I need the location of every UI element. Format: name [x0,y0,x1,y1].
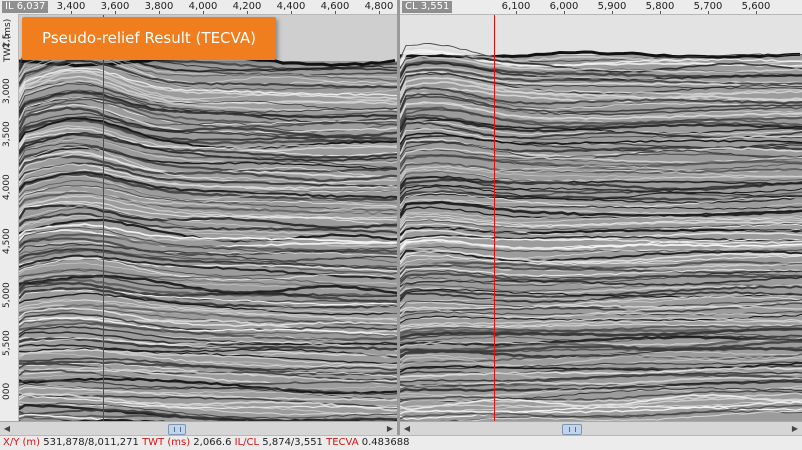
status-ilcl-value: 5,874/3,551 [262,437,323,448]
left-y-axis: TWT (ms) 2,5 3,000 3,500 4,000 4,500 5,000 5,5… [0,14,19,422]
right-seismic-image[interactable] [400,15,802,422]
left-seismic-image[interactable] [19,15,397,422]
x-tick-mark [159,11,160,14]
right-cursor-line[interactable] [494,15,495,422]
x-tick-mark [115,11,116,14]
status-attr-value: 0.483688 [361,437,410,448]
x-tick-mark [203,11,204,14]
crossline-section-panel[interactable]: CL 3,551 6,100 6,000 5,900 5,800 5,700 5,600 … [400,0,802,436]
left-x-axis: IL 6,037 3,400 3,600 3,800 4,000 4,200 4,400 4… [0,0,397,15]
left-seismic-svg [19,15,397,422]
x-tick-mark [291,11,292,14]
right-horizontal-scrollbar[interactable]: ◀ ▶ [400,421,802,436]
right-seismic-svg [400,15,802,422]
x-tick-mark [612,11,613,14]
status-twt-label: TWT (ms) [142,437,191,448]
x-tick-mark [708,11,709,14]
x-tick-mark [71,11,72,14]
left-cursor-line[interactable] [103,15,104,422]
scroll-left-icon[interactable]: ◀ [401,423,413,434]
status-xy-label: X/Y (m) [3,437,41,448]
x-tick-mark [660,11,661,14]
status-xy-value: 531,878/8,011,271 [43,437,139,448]
left-section-label: IL 6,037 [2,1,49,13]
status-bar: X/Y (m) 531,878/8,011,271 TWT (ms) 2,066… [0,435,802,450]
scroll-right-icon[interactable]: ▶ [384,423,396,434]
x-tick-mark [756,11,757,14]
right-x-axis: CL 3,551 6,100 6,000 5,900 5,800 5,700 5,600 [400,0,802,15]
x-tick-mark [379,11,380,14]
status-twt-value: 2,066.6 [193,437,232,448]
status-attr-label: TECVA [326,437,359,448]
left-horizontal-scrollbar[interactable]: ◀ ▶ [0,421,397,436]
left-scroll-thumb[interactable] [168,424,186,435]
right-section-label: CL 3,551 [402,1,453,13]
x-tick-mark [516,11,517,14]
status-ilcl-label: IL/CL [234,437,260,448]
scroll-right-icon[interactable]: ▶ [789,423,801,434]
x-tick-mark [247,11,248,14]
result-title-banner: Pseudo-relief Result (TECVA) [22,17,276,60]
right-scroll-thumb[interactable] [562,424,582,435]
scroll-left-icon[interactable]: ◀ [1,423,13,434]
inline-section-panel[interactable]: IL 6,037 3,400 3,600 3,800 4,000 4,200 4,400 4… [0,0,397,436]
x-tick-mark [564,11,565,14]
x-tick-mark [335,11,336,14]
